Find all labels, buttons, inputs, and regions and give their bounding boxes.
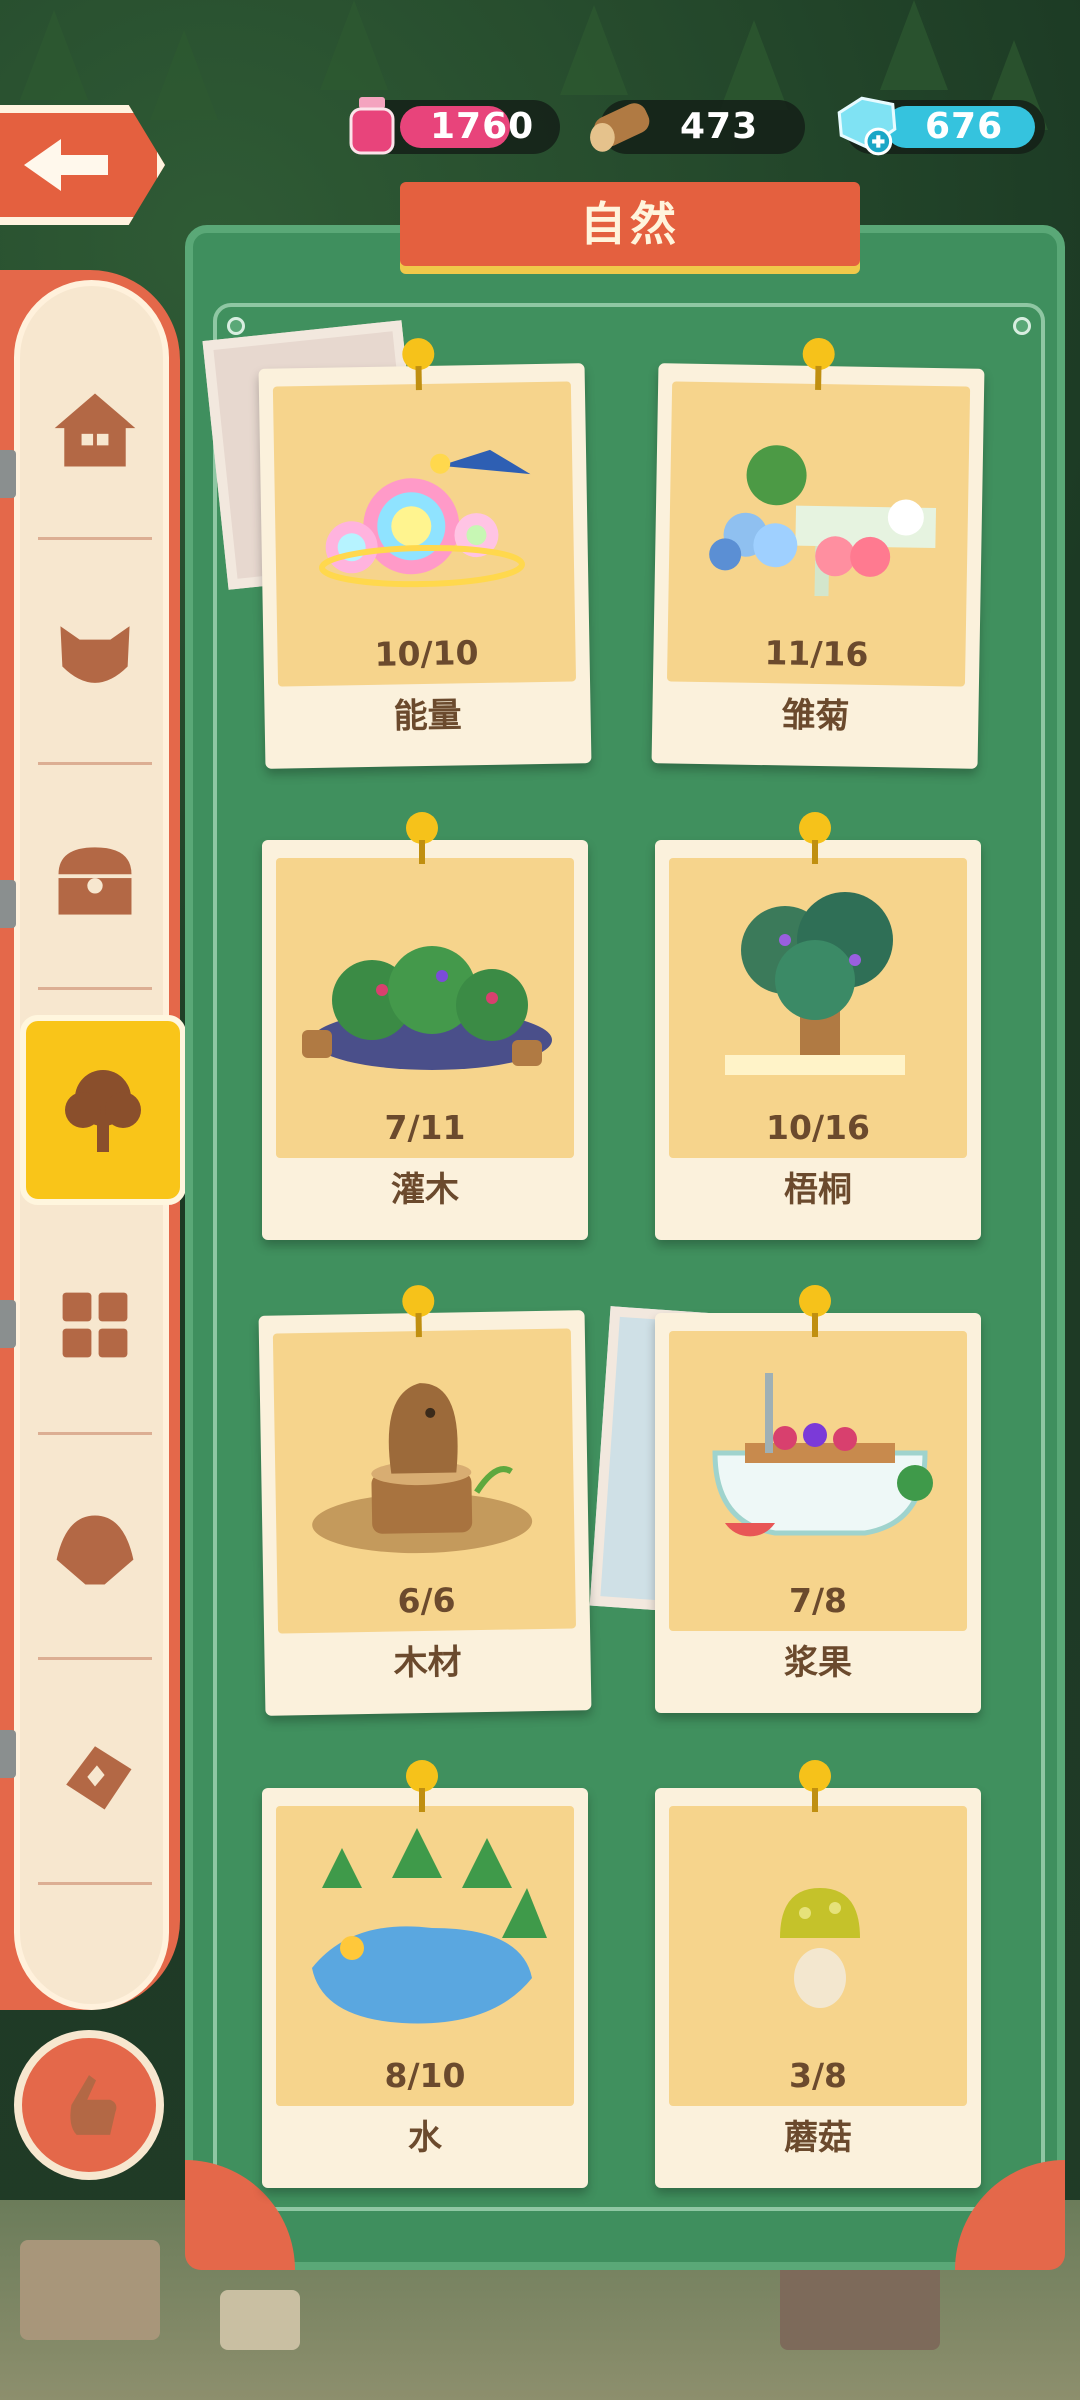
back-arrow-icon — [24, 139, 108, 191]
rail-clip — [0, 450, 16, 498]
tab-chest[interactable] — [20, 770, 170, 990]
pond-icon — [312, 1828, 547, 2024]
collection-card-mushroom[interactable]: 3/8 蘑菇 — [655, 1760, 981, 2188]
pushpin-icon — [402, 338, 435, 391]
card-count: 7/8 — [789, 1581, 847, 1620]
tab-grid[interactable] — [20, 1215, 170, 1435]
panel-title: 自然 — [580, 197, 680, 251]
wood-value: 473 — [680, 106, 759, 147]
pushpin-icon — [402, 1285, 435, 1338]
tab-nature[interactable] — [20, 1015, 186, 1205]
pushpin-icon — [799, 1285, 831, 1337]
card-label: 灌木 — [391, 1170, 459, 1210]
gem-resource[interactable]: 676 — [837, 96, 1045, 156]
daisy-garden-icon — [709, 445, 937, 597]
tab-ticket[interactable] — [20, 1665, 170, 1885]
rail-clip — [0, 1730, 16, 1778]
wood-log-icon — [590, 103, 650, 152]
sycamore-tree-icon — [725, 892, 905, 1075]
gem-value: 676 — [925, 106, 1004, 147]
grid-icon — [62, 1292, 128, 1358]
ink-bottle-icon — [349, 97, 395, 155]
wood-carving-icon — [312, 1383, 533, 1554]
cat-icon — [60, 626, 130, 683]
ink-value: 1760 — [430, 106, 535, 147]
card-count: 3/8 — [789, 2056, 847, 2095]
collection-card-berries[interactable]: 7/8 浆果 — [655, 1285, 981, 1713]
mushroom-icon — [780, 1888, 860, 2008]
chest-icon — [58, 847, 132, 915]
tree-icon — [65, 1070, 141, 1152]
panel-title-banner: 自然 — [400, 182, 860, 266]
tab-house[interactable] — [20, 320, 170, 540]
pushpin-icon — [406, 812, 438, 864]
rail-clip — [0, 1300, 16, 1348]
wood-resource[interactable]: 473 — [590, 100, 805, 154]
collection-card-wood[interactable]: 6/6 木材 — [258, 1285, 592, 1716]
card-count: 10/10 — [374, 633, 479, 674]
card-label: 雏菊 — [781, 695, 850, 737]
collection-card-sycamore[interactable]: 10/16 梧桐 — [655, 812, 981, 1240]
card-label: 能量 — [393, 695, 462, 737]
shell-icon — [56, 1515, 134, 1585]
card-label: 木材 — [393, 1642, 462, 1684]
collection-card-energy[interactable]: 10/10 能量 — [258, 338, 592, 769]
pushpin-icon — [406, 1760, 438, 1812]
card-count: 10/16 — [766, 1108, 870, 1147]
pushpin-icon — [799, 812, 831, 864]
energy-rainbow-icon — [319, 449, 531, 588]
card-label: 浆果 — [784, 1643, 852, 1683]
ink-resource[interactable]: 1760 — [349, 97, 560, 155]
card-count: 8/10 — [384, 2056, 466, 2095]
card-count: 11/16 — [764, 633, 869, 674]
tab-shell[interactable] — [20, 1440, 170, 1660]
collection-card-daisy[interactable]: 11/16 雏菊 — [651, 337, 985, 769]
card-count: 7/11 — [384, 1108, 466, 1147]
back-button[interactable] — [0, 105, 165, 225]
card-label: 梧桐 — [784, 1170, 852, 1210]
gem-icon — [837, 96, 897, 156]
collection-card-shrub[interactable]: 7/11 灌木 — [262, 812, 588, 1240]
rail-clip — [0, 880, 16, 928]
card-count: 6/6 — [397, 1580, 456, 1621]
pushpin-icon — [802, 337, 835, 391]
hand-pointer-icon — [70, 2075, 117, 2135]
card-label: 水 — [408, 2118, 442, 2158]
pushpin-icon — [799, 1760, 831, 1812]
house-icon — [54, 393, 136, 467]
shrub-icon — [302, 946, 552, 1070]
ticket-icon — [66, 1746, 132, 1810]
collection-card-water[interactable]: 8/10 水 — [262, 1760, 588, 2188]
pointer-button[interactable] — [14, 2030, 164, 2180]
card-label: 蘑菇 — [784, 2118, 852, 2158]
berry-bathtub-icon — [712, 1373, 933, 1537]
tab-cat[interactable] — [20, 545, 170, 765]
